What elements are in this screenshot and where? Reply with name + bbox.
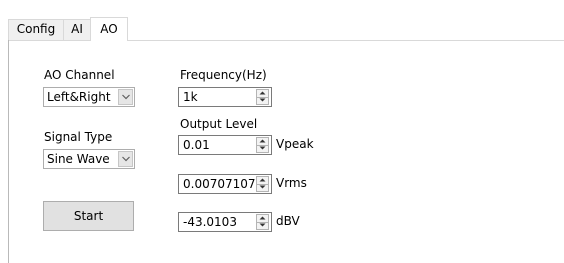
vrms-spin-buttons[interactable]: [256, 176, 269, 192]
tab-ai-label: AI: [71, 22, 83, 36]
signal-type-select[interactable]: Sine Wave: [43, 149, 135, 169]
triangle-down-icon[interactable]: [257, 97, 268, 104]
signal-type-value: Sine Wave: [47, 152, 110, 166]
start-button[interactable]: Start: [43, 201, 134, 231]
output-level-label: Output Level: [180, 117, 258, 131]
triangle-down-icon[interactable]: [257, 184, 268, 191]
frequency-spin-buttons[interactable]: [256, 89, 269, 105]
ao-channel-select[interactable]: Left&Right: [43, 87, 135, 107]
ao-channel-label: AO Channel: [44, 68, 115, 82]
frequency-value: 1k: [183, 90, 198, 104]
ao-channel-value: Left&Right: [47, 90, 111, 104]
vrms-value: 0.00707107: [183, 177, 256, 191]
dbv-value: -43.0103: [183, 215, 237, 229]
vpeak-value: 0.01: [183, 138, 210, 152]
tab-ao-label: AO: [100, 22, 118, 36]
chevron-down-icon[interactable]: [118, 89, 133, 105]
triangle-down-icon[interactable]: [257, 145, 268, 152]
vrms-spinbox[interactable]: 0.00707107: [178, 174, 272, 194]
signal-type-label: Signal Type: [44, 130, 113, 144]
ao-panel-window: Config AI AO AO Channel Left&Right Signa…: [0, 0, 564, 263]
triangle-down-icon[interactable]: [257, 222, 268, 229]
tab-ai[interactable]: AI: [63, 19, 91, 40]
vpeak-spin-buttons[interactable]: [256, 137, 269, 153]
dbv-unit: dBV: [276, 214, 300, 228]
tab-ao[interactable]: AO: [90, 17, 128, 41]
chevron-down-icon[interactable]: [118, 151, 133, 167]
vrms-unit: Vrms: [276, 176, 307, 190]
tab-config-label: Config: [16, 22, 56, 36]
frequency-label: Frequency(Hz): [180, 68, 267, 82]
start-button-label: Start: [73, 209, 104, 223]
tab-config[interactable]: Config: [8, 19, 64, 40]
dbv-spin-buttons[interactable]: [256, 214, 269, 230]
dbv-spinbox[interactable]: -43.0103: [178, 212, 272, 232]
panel-left-border: [8, 40, 9, 263]
vpeak-unit: Vpeak: [276, 137, 314, 151]
frequency-spinbox[interactable]: 1k: [178, 87, 272, 107]
vpeak-spinbox[interactable]: 0.01: [178, 135, 272, 155]
